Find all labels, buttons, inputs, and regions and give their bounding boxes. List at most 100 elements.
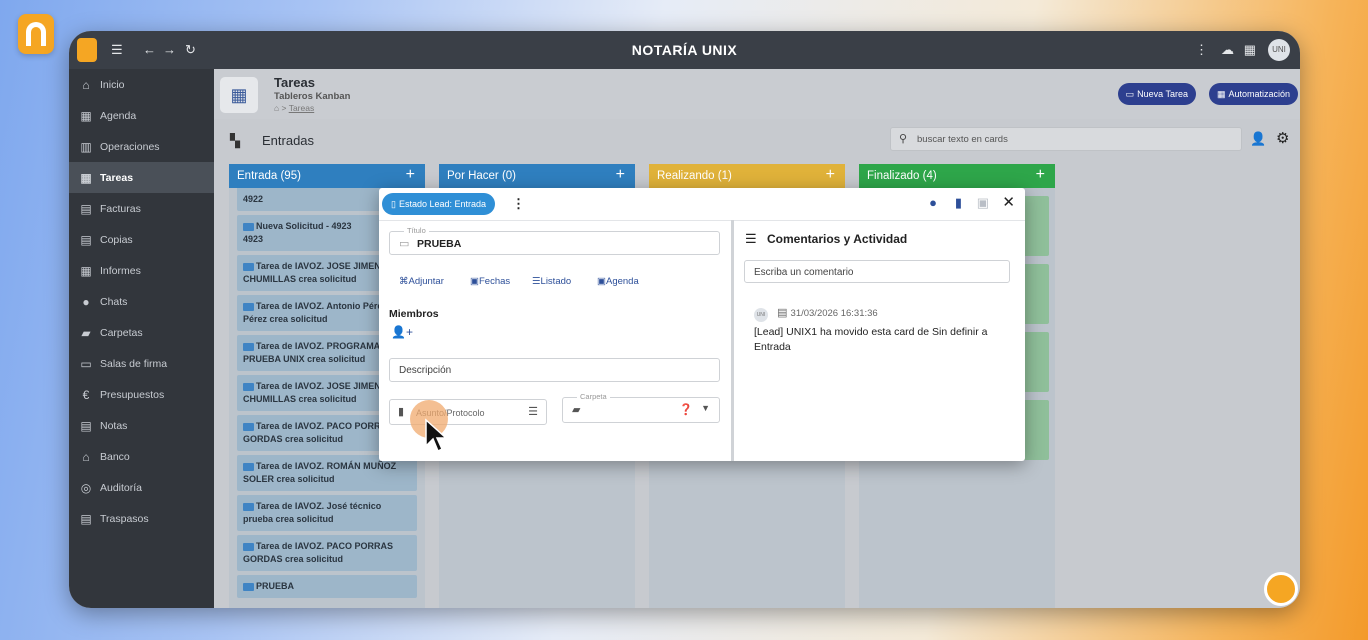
comment-input[interactable]: Escriba un comentario xyxy=(744,260,1010,283)
column-header: Entrada (95) + xyxy=(229,164,425,188)
card[interactable]: PRUEBA xyxy=(237,575,417,598)
folder-select[interactable]: Carpeta ▰ ❓ ▼ xyxy=(562,392,720,423)
add-member-icon[interactable]: 👤+ xyxy=(391,325,413,339)
page-header: ▦ Tareas Tableros Kanban ⌂ > Tareas ▭ Nu… xyxy=(214,69,1300,119)
help-icon[interactable]: ❓ xyxy=(679,403,693,416)
column-title: Finalizado (4) xyxy=(867,170,937,182)
comment-icon[interactable]: ● xyxy=(929,195,937,210)
column-header: Finalizado (4) + xyxy=(859,164,1055,188)
list-icon[interactable]: ☰ xyxy=(528,405,538,418)
checklist-icon: ☰ xyxy=(532,276,541,287)
settings-gear-icon[interactable]: ⚙ xyxy=(1276,129,1289,147)
title-field[interactable]: Título ▭ PRUEBA xyxy=(389,226,720,255)
add-card-icon[interactable]: + xyxy=(1036,166,1045,184)
card[interactable]: Tarea de IAVOZ. José técnico prueba crea… xyxy=(237,495,417,531)
mouse-cursor-icon xyxy=(425,418,448,453)
calendar-icon: ▦ xyxy=(80,108,92,123)
card-title: Tarea de IAVOZ. PROGRAMA PRUEBA UNIX cre… xyxy=(243,341,380,364)
agenda-button[interactable]: ▣Agenda xyxy=(597,276,639,287)
add-card-icon[interactable]: + xyxy=(406,166,415,184)
qr-code-icon[interactable]: ▦ xyxy=(1244,42,1256,58)
transfer-icon: ▤ xyxy=(80,511,92,526)
add-card-icon[interactable]: + xyxy=(826,166,835,184)
more-vert-icon[interactable]: ⋮ xyxy=(512,196,525,212)
close-icon[interactable]: ✕ xyxy=(1002,193,1015,211)
sidebar-item-salas-de-firma[interactable]: ▭ Salas de firma xyxy=(69,348,214,379)
message-icon: ▤ xyxy=(777,307,788,319)
description-field[interactable]: Descripción xyxy=(389,358,720,382)
card[interactable]: Tarea de IAVOZ. PACO PORRAS GORDAS crea … xyxy=(237,535,417,571)
agenda-icon: ▣ xyxy=(597,276,606,287)
modal-right-panel: ☰ Comentarios y Actividad Escriba un com… xyxy=(734,220,1025,461)
sidebar-item-label: Copias xyxy=(100,233,133,246)
new-task-button[interactable]: ▭ Nueva Tarea xyxy=(1117,83,1196,105)
sidebar-item-inicio[interactable]: ⌂ Inicio xyxy=(69,69,214,100)
notes-icon: ▤ xyxy=(80,418,92,433)
home-icon[interactable]: ⌂ xyxy=(274,103,279,113)
trash-icon[interactable]: ▮ xyxy=(955,195,962,211)
card-tag-icon xyxy=(243,582,254,591)
add-card-icon[interactable]: + xyxy=(616,166,625,184)
folder-label: Carpeta xyxy=(577,392,610,401)
more-vert-icon[interactable]: ⋮ xyxy=(1195,42,1208,58)
search-icon: ⚲ xyxy=(899,133,908,145)
checklist-button[interactable]: ☰Listado xyxy=(532,276,571,287)
assign-user-icon[interactable]: 👤 xyxy=(1250,131,1266,147)
save-icon[interactable]: ▣ xyxy=(977,195,989,211)
card-tag-icon xyxy=(243,262,254,271)
status-pill[interactable]: ▯ Estado Lead: Entrada xyxy=(382,193,496,215)
sidebar-item-label: Operaciones xyxy=(100,140,160,153)
operations-icon: ▥ xyxy=(80,139,92,154)
cloud-download-icon[interactable]: ☁ xyxy=(1221,42,1234,58)
automation-button[interactable]: ▦ Automatización xyxy=(1208,83,1298,105)
card-title: Tarea de IAVOZ. Antonio Pérez Pérez crea… xyxy=(243,301,387,324)
column-title: Realizando (1) xyxy=(657,170,732,182)
activity-entry: UNI ▤ 31/03/2026 16:31:36 [Lead] UNIX1 h… xyxy=(754,306,1004,355)
sidebar-item-traspasos[interactable]: ▤ Traspasos xyxy=(69,503,214,534)
brand-logo xyxy=(18,14,54,54)
modal-toolbar: ▯ Estado Lead: Entrada ⋮ ● ▮ ▣ ✕ xyxy=(379,188,1025,221)
sidebar-item-auditoría[interactable]: ◎ Auditoría xyxy=(69,472,214,503)
card-tag-icon xyxy=(243,342,254,351)
sidebar-item-chats[interactable]: ● Chats xyxy=(69,286,214,317)
sidebar-item-agenda[interactable]: ▦ Agenda xyxy=(69,100,214,131)
search-input[interactable]: ⚲ buscar texto en cards xyxy=(890,127,1242,151)
user-avatar[interactable]: UNI xyxy=(1268,39,1290,61)
card-title: Tarea de IAVOZ. JOSE JIMENEZ CHUMILLAS c… xyxy=(243,261,393,284)
members-heading: Miembros xyxy=(389,308,439,320)
activity-avatar: UNI xyxy=(754,308,768,322)
sidebar-item-operaciones[interactable]: ▥ Operaciones xyxy=(69,131,214,162)
attach-icon: ⌘ xyxy=(399,276,409,287)
card-tag-icon xyxy=(243,462,254,471)
dates-button[interactable]: ▣Fechas xyxy=(470,276,510,287)
sidebar: ⌂ Inicio ▦ Agenda ▥ Operaciones ▦ Tareas ▤ Factur… xyxy=(69,69,214,608)
sidebar-item-notas[interactable]: ▤ Notas xyxy=(69,410,214,441)
sidebar-item-informes[interactable]: ▦ Informes xyxy=(69,255,214,286)
breadcrumb-link[interactable]: Tareas xyxy=(289,103,315,113)
copy-icon: ▤ xyxy=(80,232,92,247)
sidebar-item-tareas[interactable]: ▦ Tareas xyxy=(69,162,214,193)
chevron-down-icon[interactable]: ▼ xyxy=(701,403,710,413)
attach-button[interactable]: ⌘Adjuntar xyxy=(399,276,444,287)
sidebar-item-carpetas[interactable]: ▰ Carpetas xyxy=(69,317,214,348)
bank-icon: ⌂ xyxy=(82,449,90,464)
description-placeholder: Descripción xyxy=(399,365,452,376)
sidebar-item-presupuestos[interactable]: € Presupuestos xyxy=(69,379,214,410)
activity-text: [Lead] UNIX1 ha movido esta card de Sin … xyxy=(754,326,988,353)
title-label: Título xyxy=(404,226,429,235)
activity-timestamp: 31/03/2026 16:31:36 xyxy=(790,308,878,319)
sidebar-item-banco[interactable]: ⌂ Banco xyxy=(69,441,214,472)
card-tag-icon xyxy=(243,502,254,511)
agenda-label: Agenda xyxy=(605,276,639,287)
book-icon: ▮ xyxy=(398,406,405,418)
sidebar-item-copias[interactable]: ▤ Copias xyxy=(69,224,214,255)
folder-icon: ▰ xyxy=(81,325,91,340)
sidebar-item-label: Facturas xyxy=(100,202,141,215)
card-title: PRUEBA xyxy=(256,581,295,591)
sidebar-item-label: Notas xyxy=(100,419,128,432)
app-title: NOTARÍA UNIX xyxy=(631,42,738,58)
sidebar-item-label: Inicio xyxy=(100,78,125,91)
card-tag-icon xyxy=(243,382,254,391)
sidebar-item-facturas[interactable]: ▤ Facturas xyxy=(69,193,214,224)
card-title: Nueva Solicitud - 4923 xyxy=(256,221,352,231)
